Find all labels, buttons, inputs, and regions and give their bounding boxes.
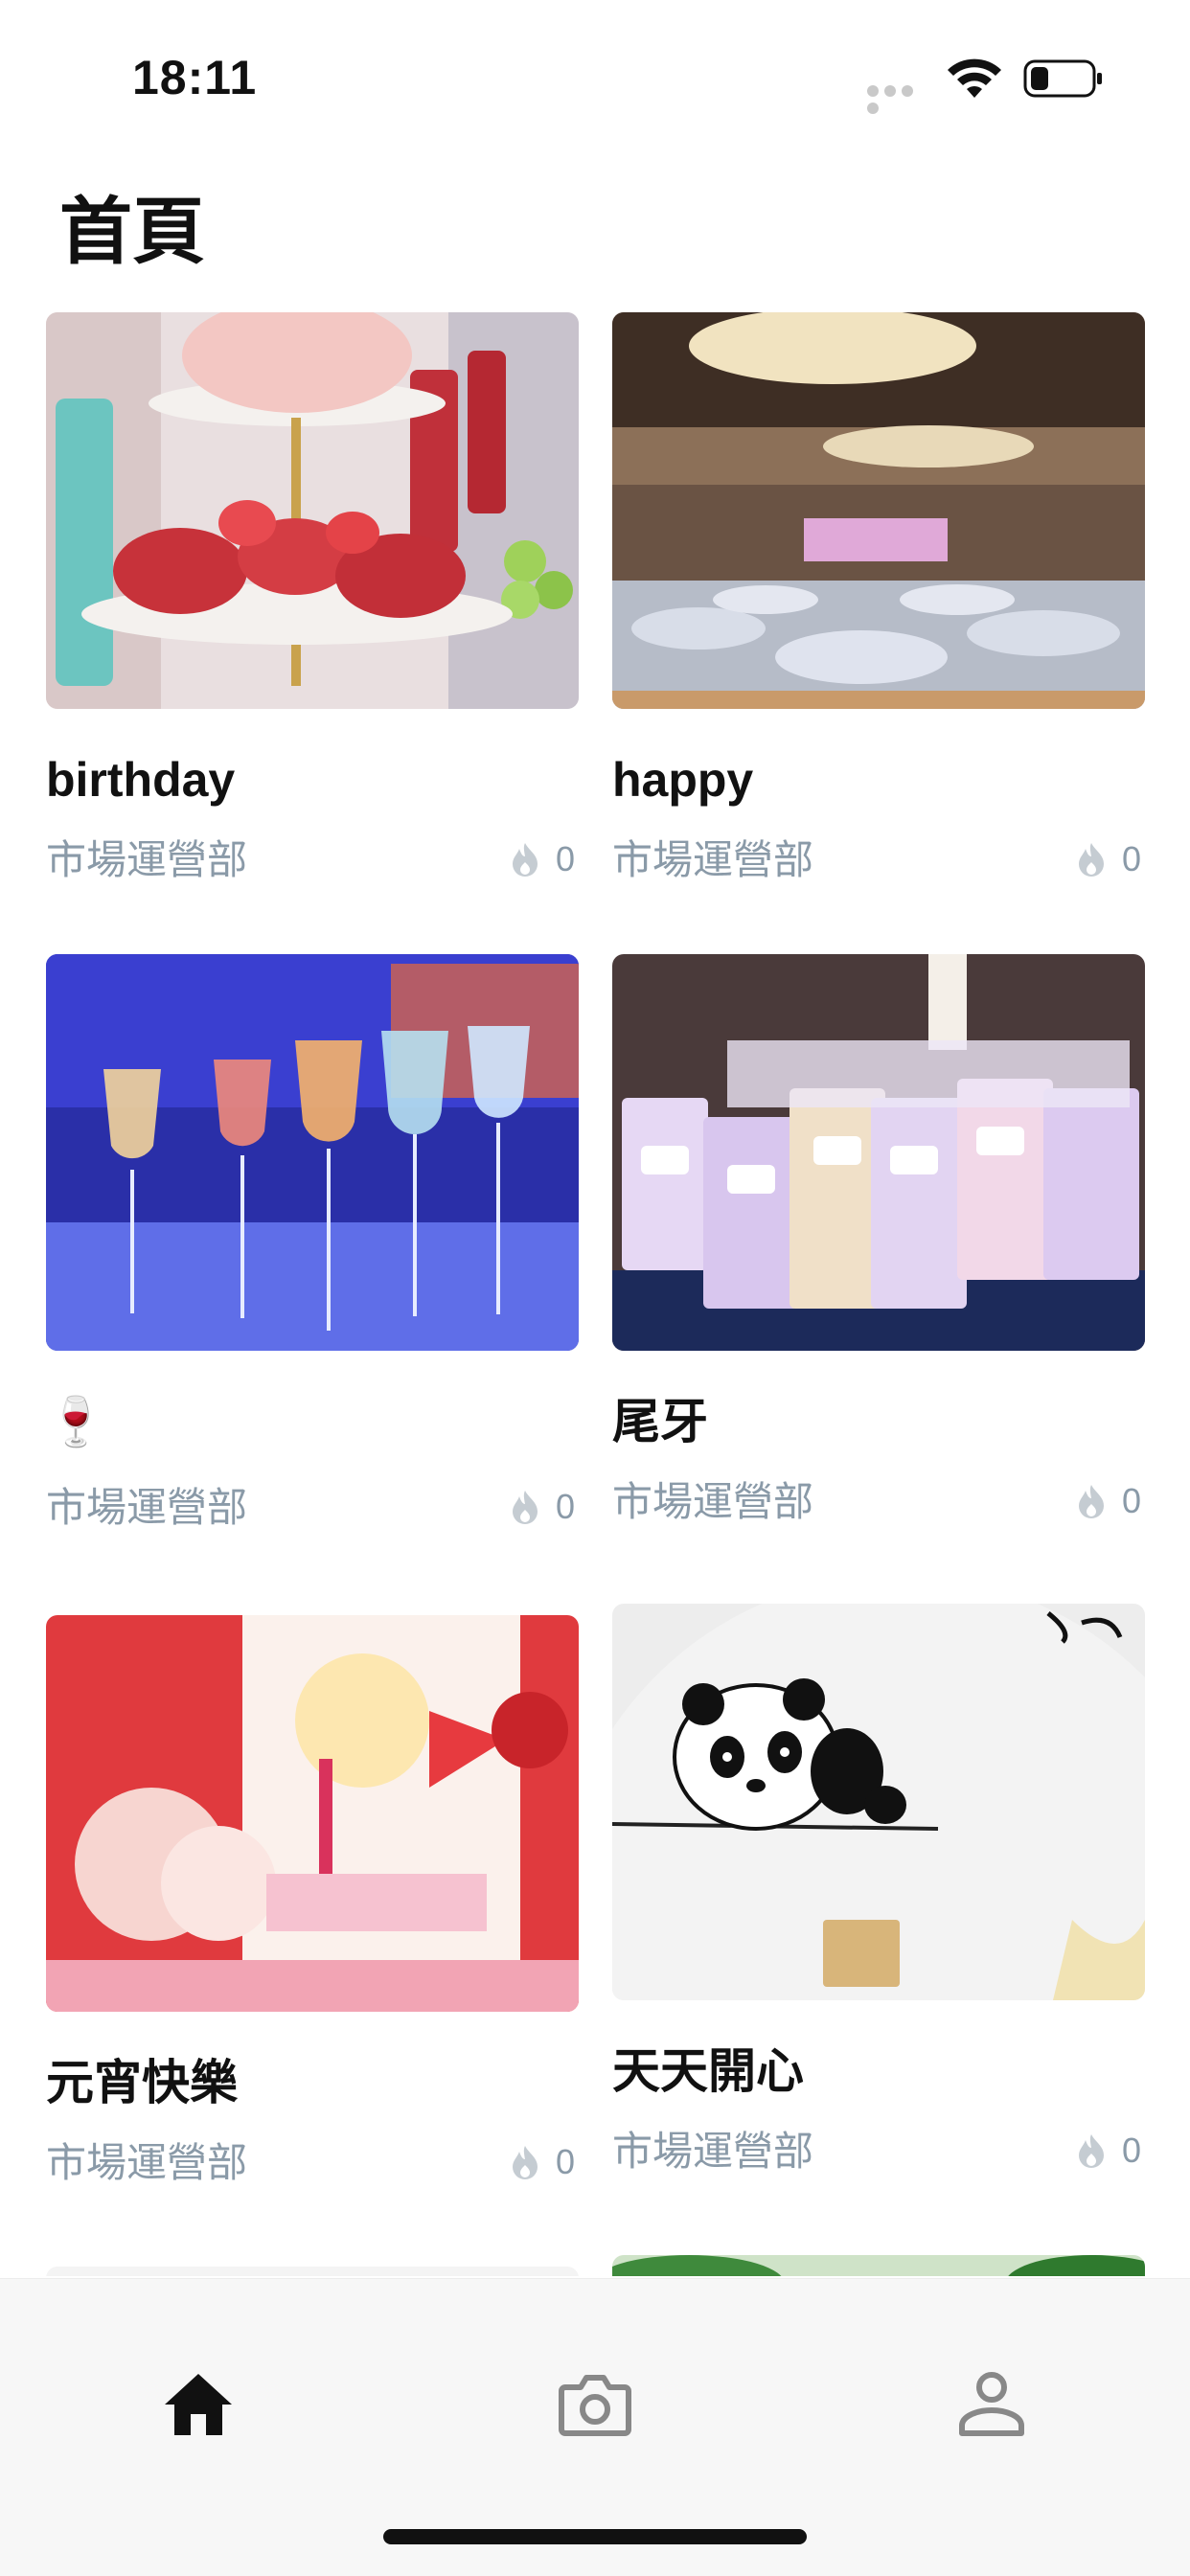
card-thumbnail[interactable] — [612, 954, 1145, 1351]
card-meta: 市場運營部 0 — [612, 2127, 1145, 2177]
status-time: 18:11 — [132, 51, 258, 104]
flame-icon — [512, 1491, 538, 1524]
card-department: 市場運營部 — [46, 1485, 248, 1530]
page-title: 首頁 — [59, 192, 205, 273]
partial-image — [46, 2267, 579, 2276]
card-likes[interactable]: 0 — [510, 1487, 575, 1527]
lantern-festival-image — [46, 1615, 579, 2012]
card-title[interactable]: 元宵快樂 — [46, 2054, 579, 2111]
home-indicator[interactable] — [383, 2529, 807, 2544]
card-thumbnail[interactable] — [46, 954, 579, 1351]
card-partial-left[interactable] — [46, 2267, 579, 2276]
card-meta: 市場運營部 0 — [46, 835, 579, 885]
card-lantern[interactable]: 元宵快樂 市場運營部 0 — [46, 1615, 579, 2188]
content-grid[interactable]: birthday 市場運營部 0 happy 市場運營部 0 🍷 市場運營部 0… — [0, 312, 1190, 2276]
panda-fan-image — [612, 1604, 1145, 2000]
card-thumbnail[interactable] — [46, 312, 579, 709]
card-thumbnail[interactable] — [612, 1604, 1145, 2000]
card-meta: 市場運營部 0 — [612, 835, 1145, 885]
card-thumbnail[interactable] — [46, 2267, 579, 2276]
card-likes[interactable]: 0 — [510, 2142, 575, 2182]
tab-camera[interactable] — [552, 2360, 638, 2447]
card-title[interactable]: 天天開心 — [612, 2042, 1145, 2100]
like-count: 0 — [1121, 2131, 1141, 2170]
card-panda[interactable]: 天天開心 市場運營部 0 — [612, 1604, 1145, 2177]
profile-icon — [959, 2372, 1024, 2436]
card-meta: 市場運營部 0 — [612, 1477, 1145, 1527]
card-likes[interactable]: 0 — [510, 839, 575, 879]
tab-profile[interactable] — [949, 2360, 1035, 2447]
card-meta: 市場運營部 0 — [46, 1483, 579, 1533]
card-title[interactable]: happy — [612, 751, 1145, 809]
card-likes[interactable]: 0 — [1076, 839, 1141, 879]
home-icon — [165, 2374, 232, 2435]
card-thumbnail[interactable] — [612, 2255, 1145, 2276]
like-count: 0 — [555, 839, 575, 878]
card-department: 市場運營部 — [612, 837, 814, 882]
like-count: 0 — [555, 2142, 575, 2181]
card-wine[interactable]: 🍷 市場運營部 0 — [46, 954, 579, 1533]
card-department: 市場運營部 — [46, 837, 248, 882]
status-bar: 18:11 — [0, 0, 1190, 144]
flame-icon — [1078, 843, 1104, 877]
like-count: 0 — [1121, 1481, 1141, 1520]
card-partial-right[interactable] — [612, 2255, 1145, 2276]
tab-home[interactable] — [155, 2360, 241, 2447]
card-department: 市場運營部 — [612, 2129, 814, 2174]
card-thumbnail[interactable] — [612, 312, 1145, 709]
card-department: 市場運營部 — [46, 2140, 248, 2185]
banquet-hall-image — [612, 312, 1145, 709]
flame-icon — [1078, 2134, 1104, 2168]
partial-image — [612, 2255, 1145, 2276]
dessert-tower-image — [46, 312, 579, 709]
like-count: 0 — [1121, 839, 1141, 878]
like-count: 0 — [555, 1487, 575, 1526]
gift-bags-image — [612, 954, 1145, 1351]
card-likes[interactable]: 0 — [1076, 1481, 1141, 1521]
card-birthday[interactable]: birthday 市場運營部 0 — [46, 312, 579, 885]
card-meta: 市場運營部 0 — [46, 2138, 579, 2188]
card-title[interactable]: birthday — [46, 751, 579, 809]
flame-icon — [512, 2146, 538, 2179]
cocktail-glasses-image — [46, 954, 579, 1351]
battery-icon — [1023, 59, 1102, 98]
card-happy[interactable]: happy 市場運營部 0 — [612, 312, 1145, 885]
flame-icon — [512, 843, 538, 877]
flame-icon — [1078, 1485, 1104, 1518]
camera-icon — [559, 2375, 631, 2436]
card-title[interactable]: 尾牙 — [612, 1393, 1145, 1450]
cellular-signal-icon — [867, 84, 934, 114]
card-likes[interactable]: 0 — [1076, 2131, 1141, 2171]
card-title[interactable]: 🍷 — [46, 1393, 579, 1450]
wifi-icon — [948, 58, 1001, 98]
card-weiya[interactable]: 尾牙 市場運營部 0 — [612, 954, 1145, 1527]
card-department: 市場運營部 — [612, 1479, 814, 1524]
card-thumbnail[interactable] — [46, 1615, 579, 2012]
